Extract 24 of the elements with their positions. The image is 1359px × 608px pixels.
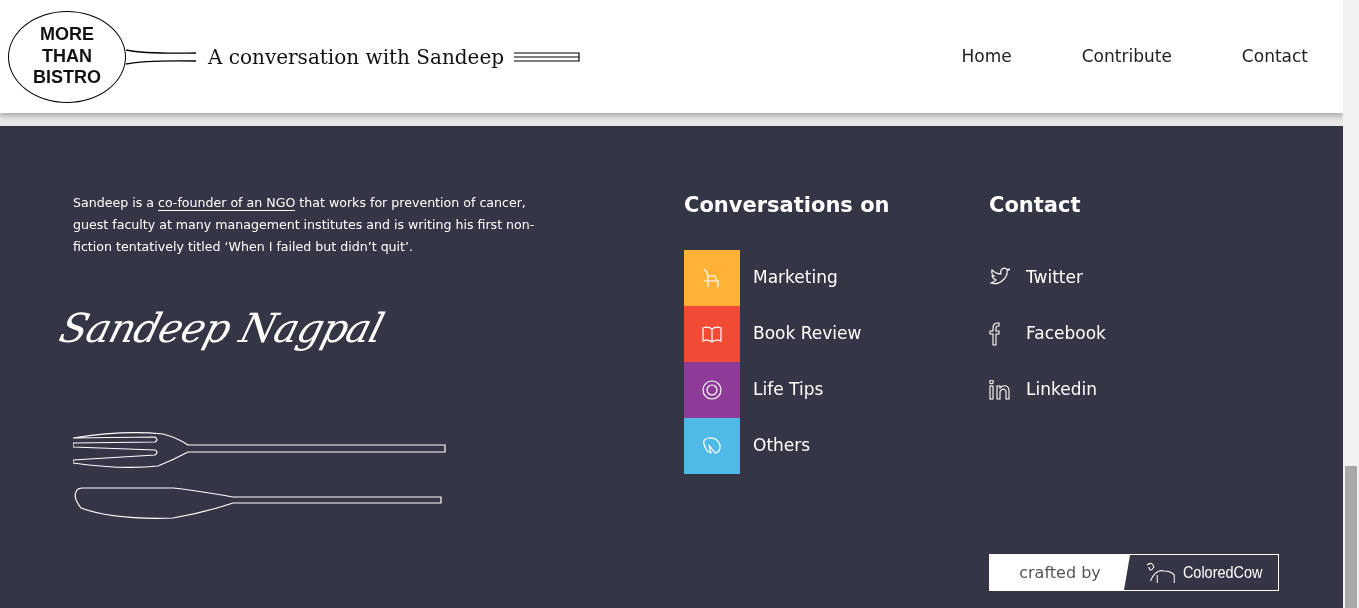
category-link[interactable]: Marketing bbox=[684, 250, 989, 306]
category-link[interactable]: Others bbox=[684, 418, 989, 474]
social-link[interactable]: Linkedin bbox=[989, 362, 1289, 418]
nav-link[interactable]: Contact bbox=[1206, 43, 1335, 70]
site-tagline: A conversation with Sandeep bbox=[208, 43, 505, 71]
nav-link[interactable]: Contribute bbox=[1046, 43, 1207, 70]
section-heading: Contact bbox=[989, 192, 1082, 218]
ngo-link[interactable]: co-founder of an NGO bbox=[157, 195, 296, 211]
social-link[interactable]: Twitter bbox=[989, 250, 1289, 306]
category-link[interactable]: Book Review bbox=[684, 306, 989, 362]
ring-icon bbox=[701, 379, 723, 401]
leaf-icon bbox=[701, 435, 723, 457]
category-link[interactable]: Life Tips bbox=[684, 362, 989, 418]
section-heading: Conversations on bbox=[684, 192, 891, 218]
crafted-by-badge[interactable]: crafted by ColoredCow bbox=[989, 554, 1279, 591]
social-link[interactable]: Facebook bbox=[989, 306, 1289, 362]
about-paragraph: Sandeep is a co-founder of an NGO that works for prevention of cancer, guest faculty at many management institutes and is writing his first non-fiction tentatively titled ‘When I failed but didn’t quit’. bbox=[73, 194, 536, 256]
letter-f-icon bbox=[989, 322, 1000, 346]
scrollbar[interactable] bbox=[1343, 0, 1359, 608]
nav-link[interactable]: Home bbox=[926, 43, 1047, 70]
handle-end-icon bbox=[514, 50, 581, 63]
cow-icon bbox=[1145, 560, 1178, 585]
letters-in-icon bbox=[989, 380, 1010, 400]
signature: Sandeep Nagpal bbox=[53, 304, 390, 353]
